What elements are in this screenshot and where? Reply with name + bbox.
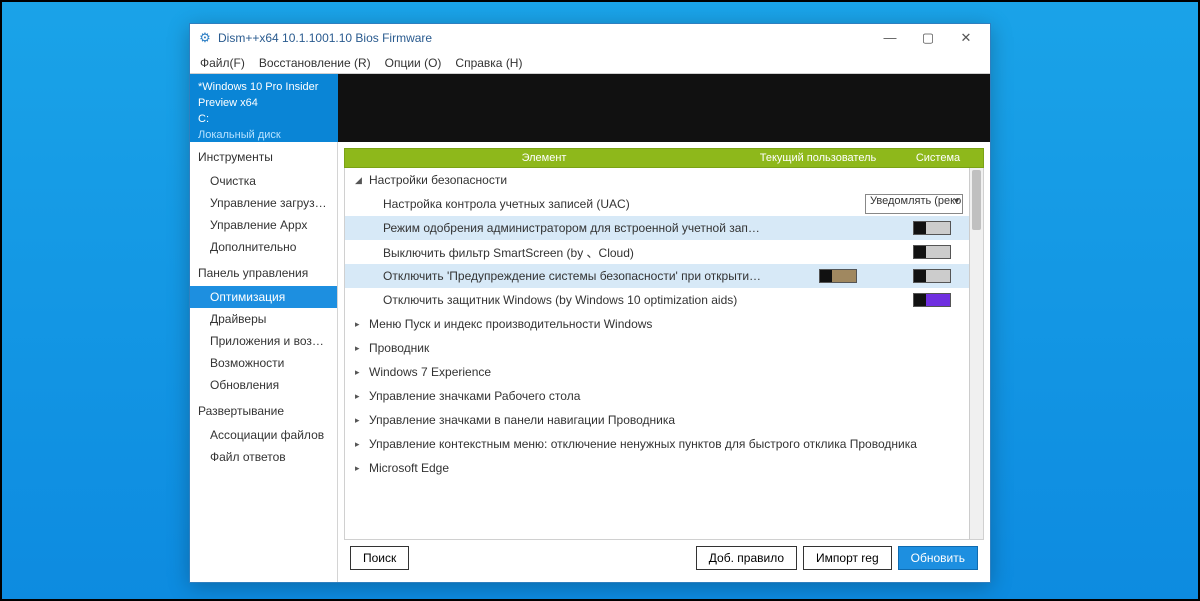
setting-label: Настройка контрола учетных записей (UAC): [383, 197, 715, 211]
menu-recovery[interactable]: Восстановление (R): [259, 56, 371, 70]
menu-help[interactable]: Справка (H): [455, 56, 522, 70]
setting-row[interactable]: Отключить 'Предупреждение системы безопа…: [345, 264, 969, 288]
maximize-button[interactable]: ▢: [918, 30, 938, 46]
group-security[interactable]: ◢Настройки безопасности: [345, 168, 969, 192]
app-window: ⚙ Dism++x64 10.1.1001.10 Bios Firmware —…: [189, 23, 991, 583]
settings-tree: ◢Настройки безопасностиНастройка контрол…: [344, 168, 984, 540]
sidebar-item[interactable]: Возможности: [190, 352, 337, 374]
col-element: Элемент: [345, 152, 743, 164]
setting-label: Выключить фильтр SmartScreen (by 、Cloud): [383, 244, 763, 261]
setting-row[interactable]: Настройка контрола учетных записей (UAC)…: [345, 192, 969, 216]
setting-label: Режим одобрения администратором для встр…: [383, 221, 763, 235]
menu-file[interactable]: Файл(F): [200, 56, 245, 70]
sidebar-heading: Развертывание: [190, 396, 337, 424]
window-title: Dism++x64 10.1.1001.10 Bios Firmware: [218, 31, 432, 45]
setting-label: Отключить 'Предупреждение системы безопа…: [383, 269, 763, 283]
search-button[interactable]: Поиск: [350, 546, 409, 570]
sidebar-item[interactable]: Обновления: [190, 374, 337, 396]
group-collapsed[interactable]: ▸Microsoft Edge: [345, 456, 969, 480]
sidebar-item[interactable]: Файл ответов: [190, 446, 337, 468]
toggle-system[interactable]: [913, 221, 951, 235]
group-collapsed[interactable]: ▸Меню Пуск и индекс производительности W…: [345, 312, 969, 336]
sidebar-item[interactable]: Управление Appx: [190, 214, 337, 236]
sidebar-item[interactable]: Ассоциации файлов: [190, 424, 337, 446]
image-info[interactable]: *Windows 10 Pro Insider Preview x64 C: Л…: [190, 74, 338, 142]
sidebar: ИнструментыОчисткаУправление загрузкойУп…: [190, 142, 338, 582]
sidebar-item[interactable]: Очистка: [190, 170, 337, 192]
titlebar[interactable]: ⚙ Dism++x64 10.1.1001.10 Bios Firmware —…: [190, 24, 990, 52]
group-collapsed[interactable]: ▸Управление значками Рабочего стола: [345, 384, 969, 408]
group-collapsed[interactable]: ▸Управление контекстным меню: отключение…: [345, 432, 969, 456]
toggle-system[interactable]: [913, 269, 951, 283]
sidebar-item[interactable]: Дополнительно: [190, 236, 337, 258]
setting-label: Отключить защитник Windows (by Windows 1…: [383, 293, 763, 307]
app-icon: ⚙: [198, 31, 212, 45]
import-reg-button[interactable]: Импорт reg: [803, 546, 892, 570]
setting-row[interactable]: Отключить защитник Windows (by Windows 1…: [345, 288, 969, 312]
col-system: Система: [893, 152, 983, 164]
image-name: *Windows 10 Pro Insider Preview x64: [198, 81, 318, 109]
image-band: *Windows 10 Pro Insider Preview x64 C: Л…: [190, 74, 990, 142]
refresh-button[interactable]: Обновить: [898, 546, 978, 570]
image-drive: C:: [198, 113, 209, 125]
sidebar-item[interactable]: Оптимизация: [190, 286, 337, 308]
sidebar-item[interactable]: Управление загрузкой: [190, 192, 337, 214]
sidebar-heading: Панель управления: [190, 258, 337, 286]
window-controls: — ▢ ✕: [880, 30, 986, 46]
sidebar-item[interactable]: Приложения и возможности: [190, 330, 337, 352]
setting-row[interactable]: Выключить фильтр SmartScreen (by 、Cloud): [345, 240, 969, 264]
toggle-user[interactable]: [819, 269, 857, 283]
setting-row[interactable]: Режим одобрения администратором для встр…: [345, 216, 969, 240]
grid-header: Элемент Текущий пользователь Система: [344, 148, 984, 168]
minimize-button[interactable]: —: [880, 30, 900, 46]
sidebar-heading: Инструменты: [190, 142, 337, 170]
menu-options[interactable]: Опции (O): [385, 56, 442, 70]
toggle-system[interactable]: [913, 293, 951, 307]
col-user: Текущий пользователь: [743, 152, 893, 164]
close-button[interactable]: ✕: [956, 30, 976, 46]
group-collapsed[interactable]: ▸Windows 7 Experience: [345, 360, 969, 384]
sidebar-item[interactable]: Драйверы: [190, 308, 337, 330]
uac-combo[interactable]: Уведомлять (реко: [865, 194, 963, 214]
scrollbar[interactable]: [969, 168, 983, 539]
footer: Поиск Доб. правило Импорт reg Обновить: [344, 540, 984, 576]
group-collapsed[interactable]: ▸Проводник: [345, 336, 969, 360]
toggle-system[interactable]: [913, 245, 951, 259]
group-collapsed[interactable]: ▸Управление значками в панели навигации …: [345, 408, 969, 432]
add-rule-button[interactable]: Доб. правило: [696, 546, 797, 570]
menubar: Файл(F) Восстановление (R) Опции (O) Спр…: [190, 52, 990, 74]
main-panel: Элемент Текущий пользователь Система ◢На…: [338, 142, 990, 582]
